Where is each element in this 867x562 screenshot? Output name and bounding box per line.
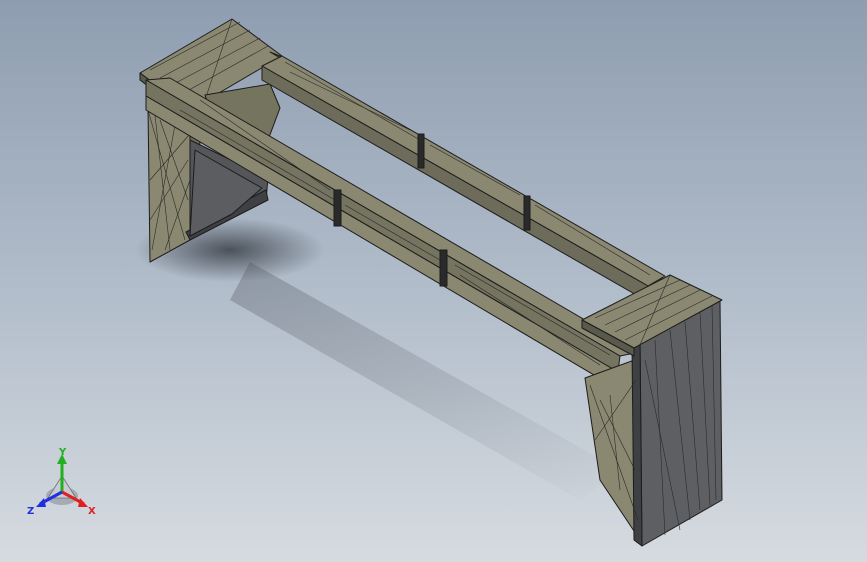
floor-shadow bbox=[135, 218, 620, 500]
model-3d-view[interactable] bbox=[0, 0, 867, 562]
x-axis-label: X bbox=[88, 506, 96, 517]
y-axis-label: Y bbox=[58, 447, 67, 458]
graphics-viewport[interactable]: Y X Z bbox=[0, 0, 867, 562]
z-axis-label: Z bbox=[27, 506, 34, 517]
axis-triad[interactable]: Y X Z bbox=[24, 446, 104, 526]
